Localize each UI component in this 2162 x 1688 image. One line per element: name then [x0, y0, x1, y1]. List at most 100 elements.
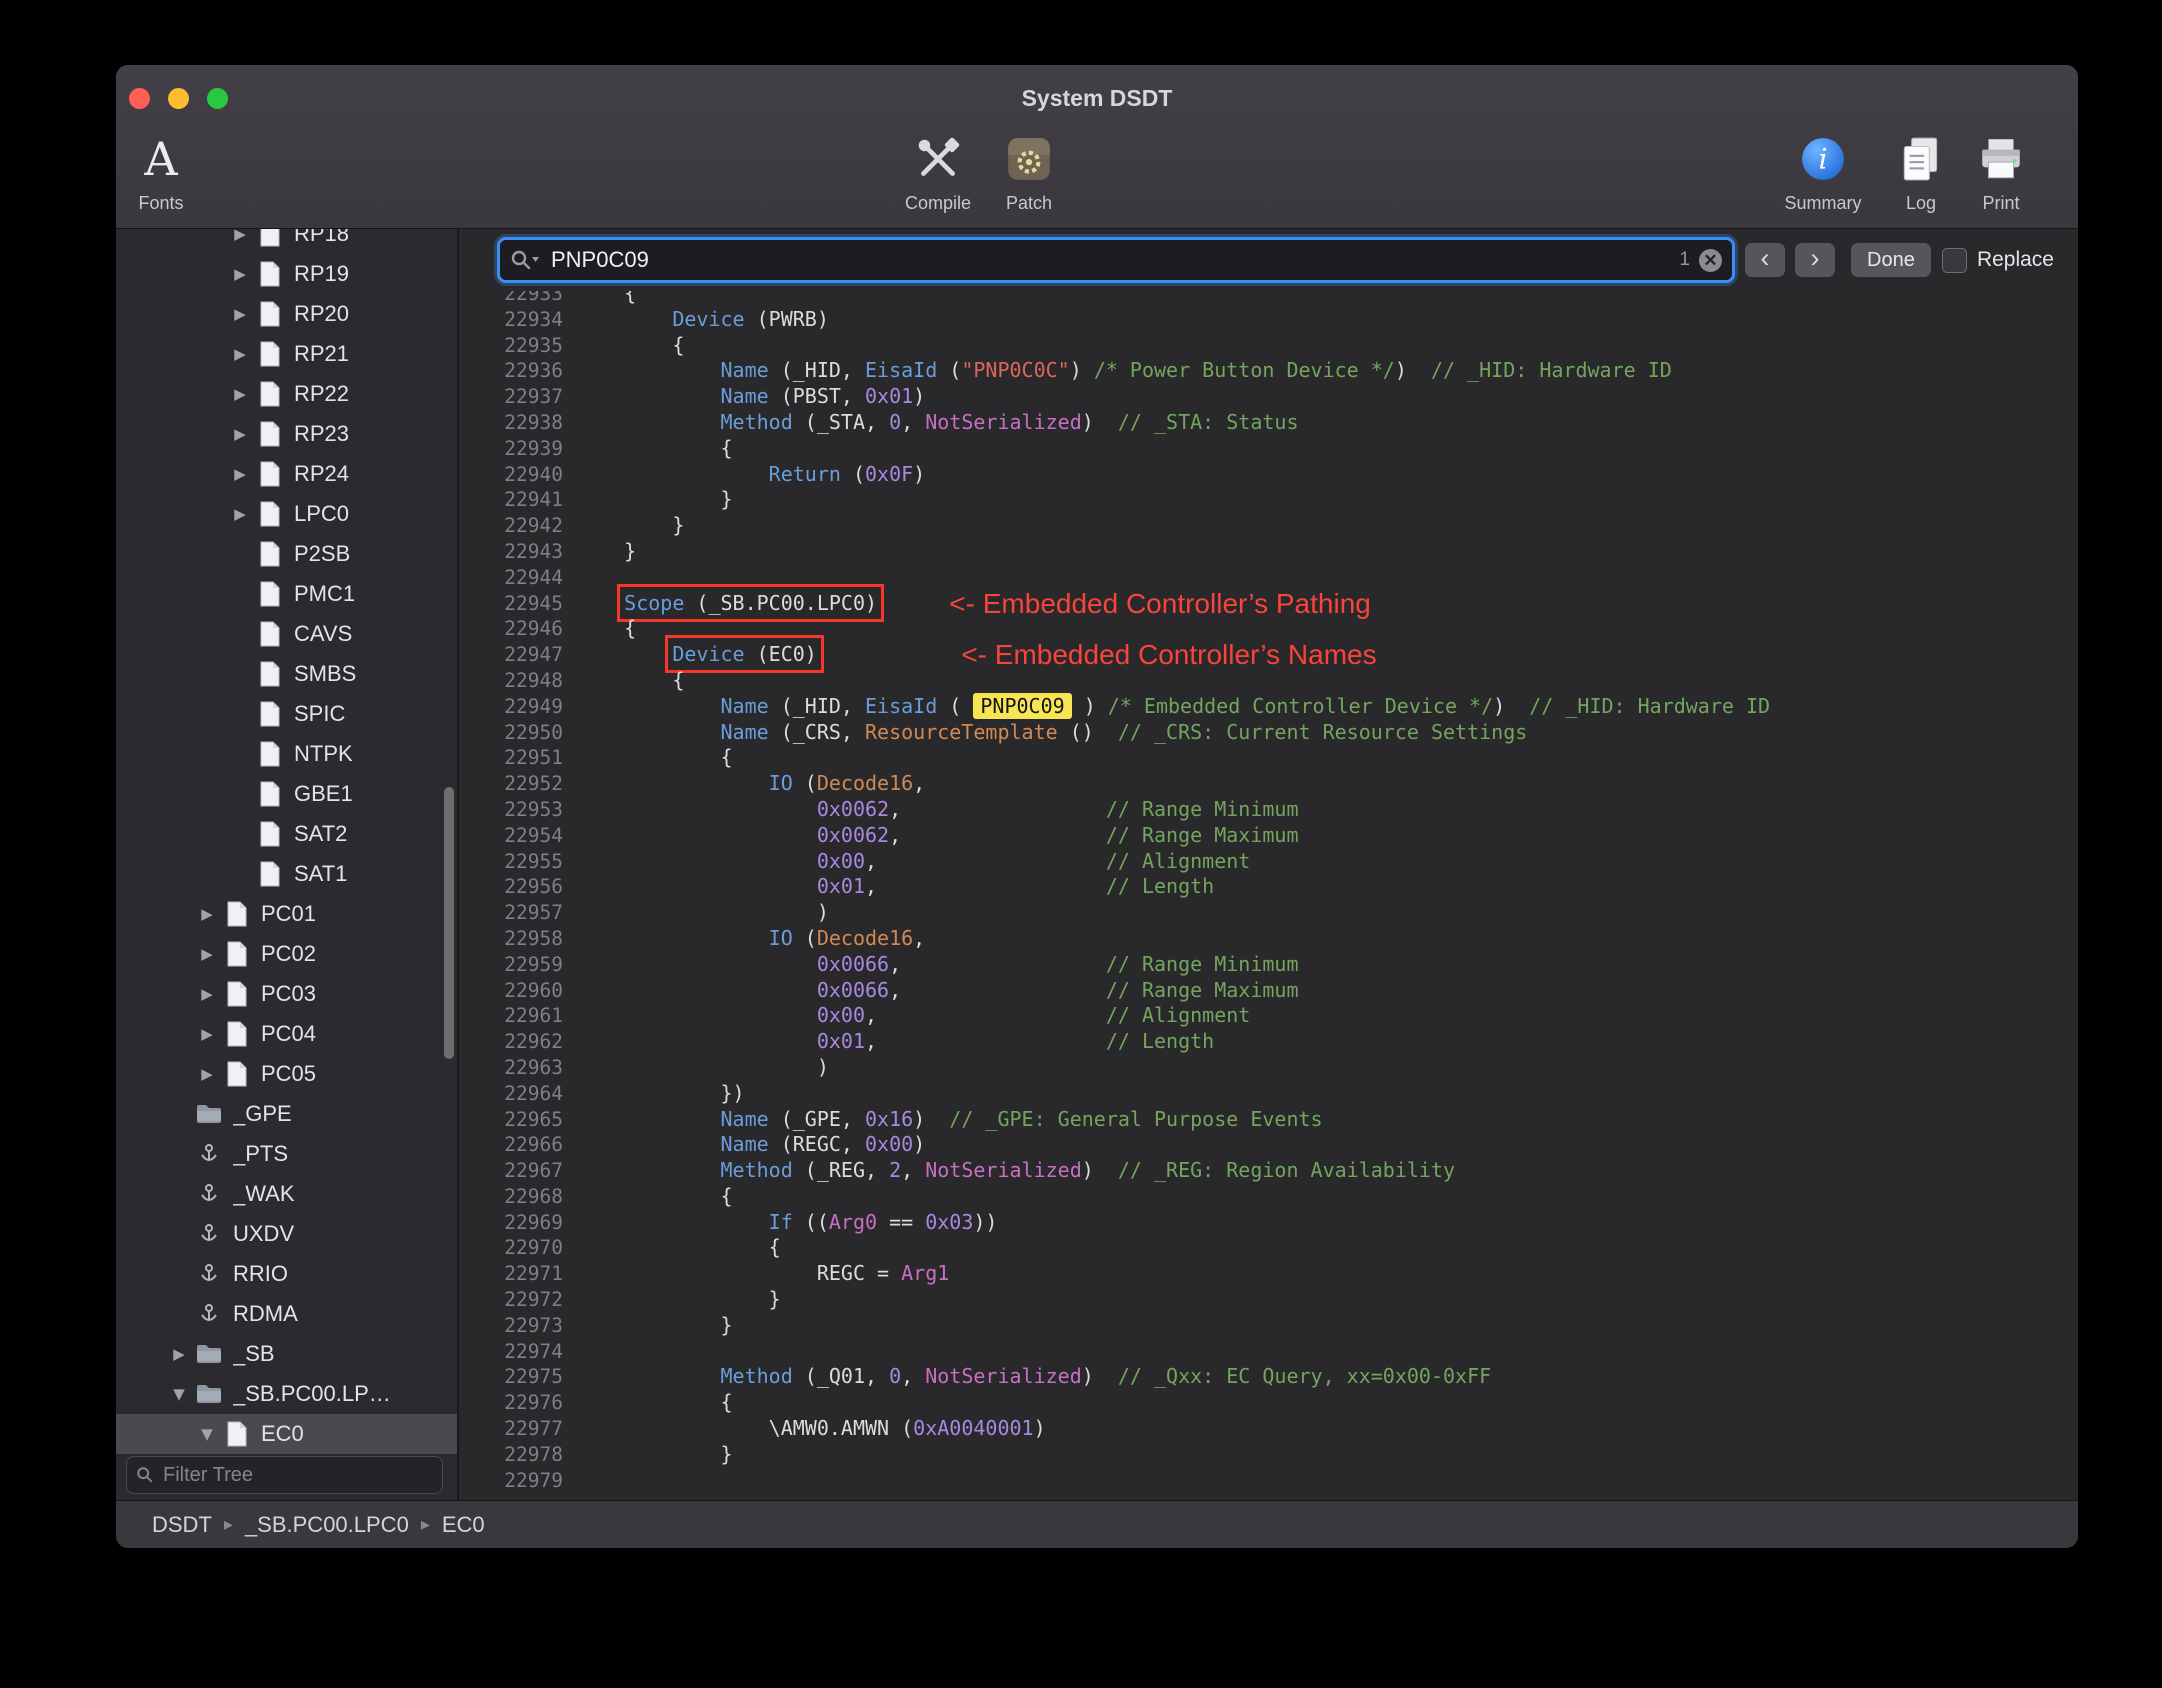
- line-number: 22977: [504, 1417, 563, 1441]
- code-line-content: {: [576, 616, 636, 642]
- tree-item-pc04[interactable]: ▶ PC04: [116, 1014, 457, 1054]
- code-token: ): [576, 1054, 829, 1079]
- document-icon: [227, 1061, 247, 1087]
- tree-item-rp19[interactable]: ▶ RP19: [116, 254, 457, 294]
- code-token: Name: [720, 719, 769, 744]
- line-number: 22939: [504, 436, 563, 460]
- tree-item-lpc0[interactable]: ▶ LPC0: [116, 494, 457, 534]
- filter-tree-field[interactable]: [126, 1456, 443, 1494]
- code-token: {: [576, 435, 733, 460]
- code-token: 0x01: [816, 1029, 865, 1054]
- line-number: 22968: [504, 1184, 563, 1208]
- tree-item-_sb[interactable]: ▶ _SB: [116, 1334, 457, 1374]
- search-field[interactable]: 1 ✕: [497, 237, 1735, 283]
- clear-search-button[interactable]: ✕: [1699, 248, 1722, 272]
- tree-item-spic[interactable]: SPIC: [116, 694, 457, 734]
- toolbar-fonts-button[interactable]: A Fonts: [116, 129, 226, 214]
- tree-item-rrio[interactable]: RRIO: [116, 1254, 457, 1294]
- tree-item-_sb.pc00.lp[interactable]: ▼ _SB.PC00.LP…: [116, 1374, 457, 1414]
- chevron-right-icon[interactable]: ▶: [192, 905, 222, 923]
- tree-item-_pts[interactable]: _PTS: [116, 1134, 457, 1174]
- line-number: 22945: [504, 591, 563, 615]
- code-line: 22964 }): [459, 1081, 2078, 1107]
- tree-item-rp21[interactable]: ▶ RP21: [116, 334, 457, 374]
- chevron-right-icon[interactable]: ▶: [225, 305, 255, 323]
- breadcrumb-item[interactable]: DSDT: [152, 1512, 212, 1538]
- breadcrumb-item[interactable]: _SB.PC00.LPC0: [245, 1512, 409, 1538]
- breadcrumb-item[interactable]: EC0: [442, 1512, 485, 1538]
- chevron-down-icon[interactable]: ▼: [164, 1385, 194, 1403]
- tree-item-rp23[interactable]: ▶ RP23: [116, 414, 457, 454]
- toolbar-print-button[interactable]: Print: [1936, 129, 2066, 214]
- tree-item-label: NTPK: [294, 741, 353, 766]
- tree-item-_wak[interactable]: _WAK: [116, 1174, 457, 1214]
- code-line-content: }: [576, 487, 732, 513]
- code-line: 22951 {: [459, 745, 2078, 771]
- tree-item-pc01[interactable]: ▶ PC01: [116, 894, 457, 934]
- code-line-content: Name (_HID, EisaId ("PNP0C0C") /* Power …: [576, 358, 1672, 384]
- tree-item-cavs[interactable]: CAVS: [116, 614, 457, 654]
- tree-item-pc03[interactable]: ▶ PC03: [116, 974, 457, 1014]
- chevron-down-icon[interactable]: ▼: [192, 1425, 222, 1443]
- tree-item-pc05[interactable]: ▶ PC05: [116, 1054, 457, 1094]
- tree-item-rp22[interactable]: ▶ RP22: [116, 374, 457, 414]
- chevron-right-icon[interactable]: ▶: [225, 229, 255, 243]
- tree-item-sat2[interactable]: SAT2: [116, 814, 457, 854]
- code-line-content: Scope (_SB.PC00.LPC0) <- Embedded Contro…: [576, 583, 1371, 622]
- code-token: }: [576, 1312, 733, 1337]
- tree-item-pmc1[interactable]: PMC1: [116, 574, 457, 614]
- code-lines: 22933 {22934 Device (PWRB) 22935 {22936 N…: [459, 281, 2078, 1500]
- next-match-button[interactable]: ›: [1795, 243, 1835, 277]
- tree-item-p2sb[interactable]: P2SB: [116, 534, 457, 574]
- replace-checkbox[interactable]: [1941, 247, 1967, 273]
- code-token: 0x00: [816, 1003, 865, 1028]
- code-editor[interactable]: 1 ✕ ‹ › Done Replace 22933 {22934 Device…: [459, 229, 2078, 1500]
- tree-item-pc02[interactable]: ▶ PC02: [116, 934, 457, 974]
- tree-item-label: EC0: [261, 1421, 304, 1446]
- code-token: }: [576, 1441, 733, 1466]
- chevron-right-icon[interactable]: ▶: [192, 945, 222, 963]
- code-token: (_GPE,: [768, 1106, 865, 1131]
- chevron-right-icon[interactable]: ▶: [225, 425, 255, 443]
- tree-item-rp20[interactable]: ▶ RP20: [116, 294, 457, 334]
- chevron-right-icon[interactable]: ▶: [164, 1345, 194, 1363]
- sidebar-scrollbar[interactable]: [444, 787, 454, 1059]
- chevron-right-icon[interactable]: ▶: [192, 1025, 222, 1043]
- code-token: Name: [720, 1132, 769, 1157]
- tree-item-smbs[interactable]: SMBS: [116, 654, 457, 694]
- code-line-content: 0x0062, // Range Maximum: [576, 823, 1299, 849]
- tree-item-rdma[interactable]: RDMA: [116, 1294, 457, 1334]
- chevron-right-icon[interactable]: ▶: [192, 1065, 222, 1083]
- code-line: 22971 REGC = Arg1: [459, 1261, 2078, 1287]
- chevron-right-icon[interactable]: ▶: [225, 385, 255, 403]
- code-line: 22955 0x00, // Alignment: [459, 849, 2078, 875]
- code-token: ): [1081, 409, 1118, 434]
- tree-item-rp18[interactable]: ▶ RP18: [116, 229, 457, 254]
- tree-item-sat1[interactable]: SAT1: [116, 854, 457, 894]
- chevron-right-icon[interactable]: ▶: [192, 985, 222, 1003]
- search-input[interactable]: [549, 246, 1671, 274]
- document-icon: [260, 421, 280, 447]
- chevron-right-icon[interactable]: ▶: [225, 505, 255, 523]
- filter-tree-input[interactable]: [161, 1462, 433, 1488]
- previous-match-button[interactable]: ‹: [1745, 243, 1785, 277]
- chevron-right-icon[interactable]: ▶: [225, 465, 255, 483]
- code-line: 22976 {: [459, 1390, 2078, 1416]
- patch-icon: [1008, 138, 1050, 180]
- tree-item-ec0[interactable]: ▼ EC0: [116, 1414, 457, 1454]
- toolbar-patch-button[interactable]: Patch: [964, 129, 1094, 214]
- code-token: {: [576, 667, 685, 692]
- code-line-content: 0x00, // Alignment: [576, 849, 1251, 875]
- replace-control: Replace: [1941, 247, 2054, 273]
- chevron-right-icon[interactable]: ▶: [225, 345, 255, 363]
- tree-item-ntpk[interactable]: NTPK: [116, 734, 457, 774]
- tree-item-rp24[interactable]: ▶ RP24: [116, 454, 457, 494]
- chevron-right-icon[interactable]: ▶: [225, 265, 255, 283]
- tree-item-gbe1[interactable]: GBE1: [116, 774, 457, 814]
- tree-item-_gpe[interactable]: _GPE: [116, 1094, 457, 1134]
- tree-item-uxdv[interactable]: UXDV: [116, 1214, 457, 1254]
- done-button[interactable]: Done: [1851, 243, 1931, 277]
